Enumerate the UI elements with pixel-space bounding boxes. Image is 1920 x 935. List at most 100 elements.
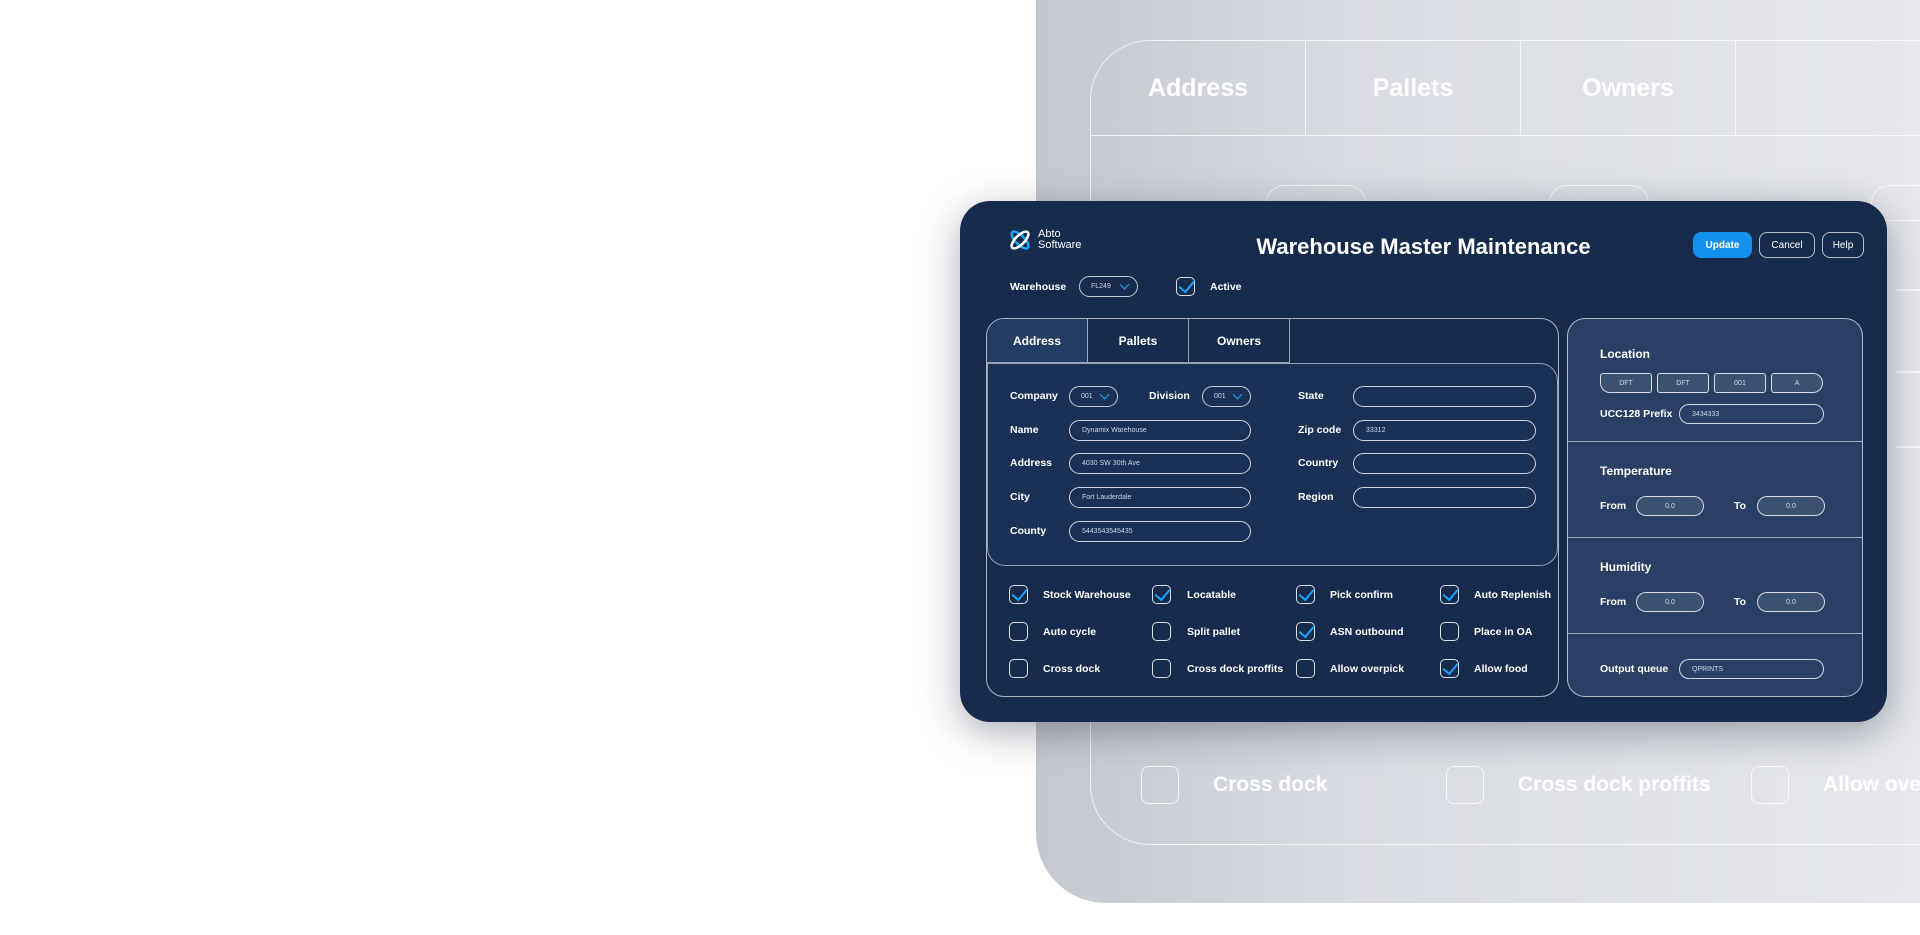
place-in-oa-checkbox[interactable] [1440,622,1459,641]
ghost-label: Cross dock proffits [1518,773,1711,796]
country-field[interactable] [1353,453,1536,474]
stock-warehouse-checkbox[interactable] [1009,585,1028,604]
city-field[interactable]: Fort Lauderdale [1069,487,1251,508]
humidity-from-label: From [1600,596,1627,608]
name-field[interactable]: Dynamix Warehouse [1069,420,1251,441]
location-segment-2[interactable]: DFT [1657,373,1709,393]
ghost-checkbox [1446,766,1484,804]
county-label: County [1010,525,1047,537]
division-select[interactable]: 001 [1202,386,1251,407]
address-field[interactable]: 4030 SW 30th Ave [1069,453,1251,474]
company-select[interactable]: 001 [1069,386,1118,407]
ghost-option-row: Cross dock [1141,766,1327,804]
division-label: Division [1149,390,1190,402]
help-button[interactable]: Help [1822,232,1864,258]
tab-address[interactable]: Address [987,319,1088,363]
tab-owners[interactable]: Owners [1189,319,1290,363]
output-queue-field[interactable]: QPRINTS [1679,659,1824,679]
auto-cycle-checkbox[interactable] [1009,622,1028,641]
ghost-label: Cross dock [1213,773,1328,796]
ghost-option-row: Allow ove [1751,766,1920,804]
zip-field[interactable]: 33312 [1353,420,1536,441]
cross-dock-checkbox[interactable] [1009,659,1028,678]
address-form: Company 001 Division 001 State Name Dyna… [987,363,1558,566]
allow-overpick-checkbox[interactable] [1296,659,1315,678]
active-label: Active [1210,281,1242,293]
temperature-from-label: From [1600,500,1627,512]
location-segment-4[interactable]: A [1771,373,1823,393]
temperature-to-field[interactable]: 0.0 [1757,496,1825,516]
divider [1568,537,1862,538]
update-button[interactable]: Update [1693,232,1752,258]
option-label: Locatable [1187,589,1237,601]
location-segment-3[interactable]: 001 [1714,373,1766,393]
zip-label: Zip code [1298,424,1342,436]
humidity-from-field[interactable]: 0.0 [1636,592,1704,612]
option-label: Pick confirm [1330,589,1394,601]
ghost-tabs: Address Pallets Owners [1091,41,1920,136]
country-label: Country [1298,457,1339,469]
cancel-button[interactable]: Cancel [1759,232,1815,258]
asn-outbound-checkbox[interactable] [1296,622,1315,641]
cross-dock-proffits-checkbox[interactable] [1152,659,1171,678]
warehouse-label: Warehouse [1010,281,1067,293]
details-panel: Address Pallets Owners Company 001 Divis… [986,318,1559,697]
option-label: Allow food [1474,663,1528,675]
split-pallet-checkbox[interactable] [1152,622,1171,641]
state-field[interactable] [1353,386,1536,407]
settings-panel: Location DFT DFT 001 A UCC128 Prefix 343… [1567,318,1863,697]
location-segment-1[interactable]: DFT [1600,373,1652,393]
option-label: Stock Warehouse [1043,589,1131,601]
chevron-down-icon [1232,389,1243,400]
active-checkbox[interactable] [1176,277,1195,296]
header-actions: Update Cancel Help [1693,232,1864,258]
address-label: Address [1010,457,1053,469]
chevron-down-icon [1119,279,1130,290]
divider [1568,633,1862,634]
option-label: Place in OA [1474,626,1533,638]
ucc-prefix-label: UCC128 Prefix [1600,408,1673,420]
tab-bar: Address Pallets Owners [987,319,1290,363]
ghost-divider [1896,446,1920,448]
division-select-value: 001 [1214,393,1226,400]
humidity-to-field[interactable]: 0.0 [1757,592,1825,612]
temperature-heading: Temperature [1600,464,1672,478]
chevron-down-icon [1099,389,1110,400]
temperature-from-field[interactable]: 0.0 [1636,496,1704,516]
locatable-checkbox[interactable] [1152,585,1171,604]
option-label: Cross dock proffits [1187,663,1284,675]
ghost-tab-address: Address [1091,41,1306,136]
humidity-heading: Humidity [1600,560,1652,574]
location-heading: Location [1600,347,1650,361]
option-label: Split pallet [1187,626,1241,638]
option-label: Allow overpick [1330,663,1405,675]
option-label: Cross dock [1043,663,1101,675]
allow-food-checkbox[interactable] [1440,659,1459,678]
warehouse-select[interactable]: FL249 [1079,276,1138,297]
ghost-option-row: Cross dock proffits [1446,766,1711,804]
temperature-to-label: To [1734,500,1747,512]
region-label: Region [1298,491,1334,503]
name-label: Name [1010,424,1039,436]
ghost-checkbox [1751,766,1789,804]
ghost-label: Allow ove [1823,773,1920,796]
ghost-divider [1896,371,1920,373]
company-label: Company [1010,390,1058,402]
ghost-divider [1896,289,1920,291]
option-label: ASN outbound [1330,626,1404,638]
auto-replenish-checkbox[interactable] [1440,585,1459,604]
ghost-tab-owners: Owners [1521,41,1736,136]
pick-confirm-checkbox[interactable] [1296,585,1315,604]
tab-pallets[interactable]: Pallets [1088,319,1189,363]
warehouse-select-value: FL249 [1091,283,1111,290]
state-label: State [1298,390,1324,402]
divider [1568,441,1862,442]
stage: Address Pallets Owners Cross dock Cross … [0,0,1920,935]
ghost-tab-pallets: Pallets [1306,41,1521,136]
ucc-prefix-field[interactable]: 3434333 [1679,404,1824,424]
option-label: Auto cycle [1043,626,1097,638]
option-label: Auto Replenish [1474,589,1552,601]
region-field[interactable] [1353,487,1536,508]
humidity-to-label: To [1734,596,1747,608]
county-field[interactable]: 544354354543​5 [1069,521,1251,542]
